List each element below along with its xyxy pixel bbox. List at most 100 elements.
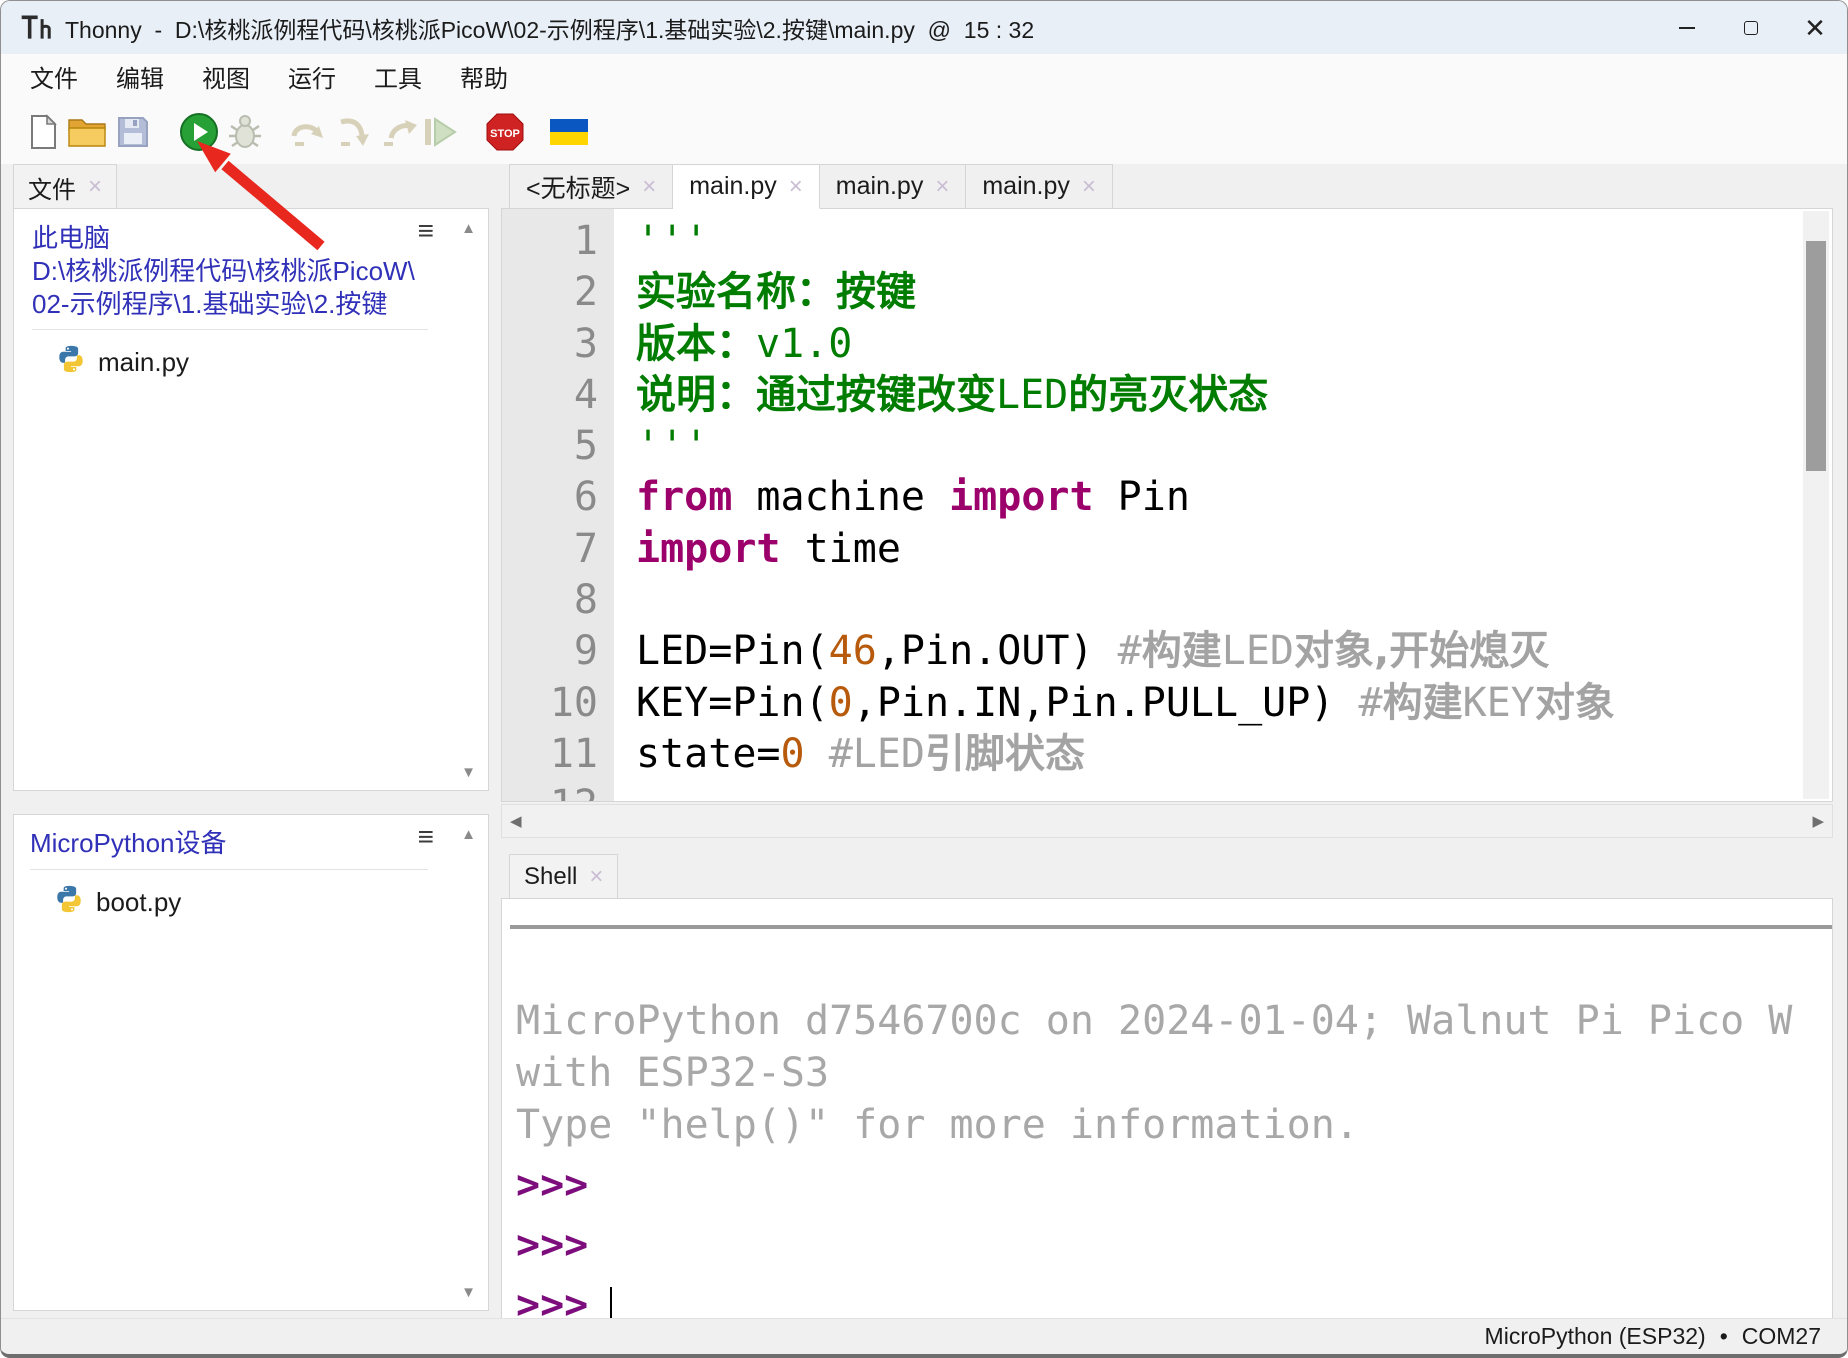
code-line: 5''' — [502, 421, 1832, 472]
tab-close-icon[interactable]: × — [642, 175, 656, 199]
file-name: main.py — [98, 347, 189, 378]
open-file-button[interactable] — [67, 112, 107, 152]
line-number: 4 — [502, 370, 614, 421]
code-line: 2实验名称：按键 — [502, 267, 1832, 318]
code-line: 12 — [502, 780, 1832, 802]
scroll-left-icon[interactable]: ◀ — [510, 814, 522, 829]
device-file-item[interactable]: boot.py — [30, 878, 428, 927]
code-editor[interactable]: 1'''2实验名称：按键3版本：v1.04说明：通过按键改变LED的亮灭状态5'… — [501, 208, 1833, 802]
step-out-button[interactable] — [379, 112, 419, 152]
shell-tab[interactable]: Shell × — [509, 854, 618, 899]
menu-item-运行[interactable]: 运行 — [269, 53, 355, 100]
debug-bug-icon — [225, 112, 265, 152]
menu-item-文件[interactable]: 文件 — [11, 53, 97, 100]
port-status[interactable]: COM27 — [1742, 1323, 1821, 1350]
title-bar: Thonny - D:\核桃派例程代码\核桃派PicoW\02-示例程序\1.基… — [1, 1, 1847, 54]
files-panel: ≡ ▲ ▼ 此电脑 D:\核桃派例程代码\核桃派PicoW\ 02-示例程序\1… — [13, 208, 489, 791]
editor-tab-bar: <无标题>×main.py×main.py×main.py× — [501, 164, 1113, 209]
resume-icon — [422, 114, 460, 150]
step-into-icon — [333, 114, 373, 150]
code-line: 6from machine import Pin — [502, 472, 1832, 523]
stop-button[interactable]: STOP — [485, 112, 525, 152]
code-text: LED=Pin(46,Pin.OUT) #构建LED对象,开始熄灭 — [614, 626, 1549, 677]
resume-button[interactable] — [421, 112, 461, 152]
new-file-button[interactable] — [23, 112, 63, 152]
close-icon: ✕ — [1804, 15, 1826, 41]
device-scroll-down-icon[interactable]: ▼ — [461, 1285, 476, 1300]
code-text: from machine import Pin — [614, 472, 1190, 523]
code-line: 11state=0 #LED引脚状态 — [502, 729, 1832, 780]
files-panel-menu-icon[interactable]: ≡ — [418, 217, 434, 245]
code-text: KEY=Pin(0,Pin.IN,Pin.PULL_UP) #构建KEY对象 — [614, 678, 1615, 729]
this-computer-label[interactable]: 此电脑 — [32, 221, 428, 255]
menu-item-工具[interactable]: 工具 — [355, 53, 441, 100]
status-separator: • — [1720, 1323, 1728, 1350]
files-tab-close-icon[interactable]: × — [88, 175, 102, 199]
files-scroll-up-icon[interactable]: ▲ — [461, 221, 476, 236]
editor-tab-1[interactable]: main.py× — [673, 164, 820, 209]
scrollbar-thumb[interactable] — [1806, 241, 1826, 471]
code-text: ''' — [614, 216, 708, 267]
open-folder-icon — [67, 115, 107, 149]
stop-icon: STOP — [485, 112, 525, 152]
code-line: 10KEY=Pin(0,Pin.IN,Pin.PULL_UP) #构建KEY对象 — [502, 678, 1832, 729]
scroll-right-icon[interactable]: ▶ — [1812, 814, 1824, 829]
debug-button[interactable] — [225, 112, 265, 152]
line-number: 5 — [502, 421, 614, 472]
editor-tab-3[interactable]: main.py × — [966, 164, 1113, 209]
menu-bar: 文件编辑视图运行工具帮助 — [1, 54, 1847, 99]
window-controls: ✕ — [1655, 1, 1847, 54]
minimize-button[interactable] — [1655, 1, 1719, 54]
step-into-button[interactable] — [333, 112, 373, 152]
line-number: 9 — [502, 626, 614, 677]
step-over-button[interactable] — [287, 112, 327, 152]
line-number: 2 — [502, 267, 614, 318]
save-icon — [116, 115, 150, 149]
line-number: 10 — [502, 678, 614, 729]
shell-output-line: Type "help()" for more information. — [516, 1099, 1832, 1151]
files-panel-tab[interactable]: 文件 × — [13, 164, 117, 209]
tab-close-icon[interactable]: × — [1082, 175, 1096, 199]
files-scroll-down-icon[interactable]: ▼ — [461, 765, 476, 780]
ukraine-flag-icon — [550, 119, 588, 145]
support-ukraine-button[interactable] — [549, 112, 589, 152]
python-file-icon — [54, 884, 84, 921]
shell-panel[interactable]: MicroPython d7546700c on 2024-01-04; Wal… — [501, 898, 1833, 1319]
toolbar: STOP — [1, 99, 1847, 164]
current-path-line2: 02-示例程序\1.基础实验\2.按键 — [32, 288, 428, 321]
local-file-item[interactable]: main.py — [32, 338, 428, 387]
code-text: 说明：通过按键改变LED的亮灭状态 — [614, 370, 1268, 421]
shell-prompt: >>> — [516, 1220, 1832, 1271]
menu-item-帮助[interactable]: 帮助 — [441, 53, 527, 100]
tab-close-icon[interactable]: × — [935, 175, 949, 199]
line-number: 11 — [502, 729, 614, 780]
interpreter-status[interactable]: MicroPython (ESP32) — [1485, 1323, 1706, 1350]
editor-vertical-scrollbar[interactable] — [1803, 211, 1829, 799]
editor-tab-2[interactable]: main.py× — [820, 164, 967, 209]
shell-tab-close-icon[interactable]: × — [589, 865, 603, 889]
editor-tab-label: main.py — [982, 172, 1070, 201]
line-number: 8 — [502, 575, 614, 626]
run-button[interactable] — [179, 112, 219, 152]
current-path-line1: D:\核桃派例程代码\核桃派PicoW\ — [32, 255, 428, 288]
code-line: 4说明：通过按键改变LED的亮灭状态 — [502, 370, 1832, 421]
menu-item-视图[interactable]: 视图 — [183, 53, 269, 100]
save-button[interactable] — [113, 112, 153, 152]
editor-horizontal-scrollbar[interactable]: ◀ ▶ — [501, 804, 1833, 838]
editor-tab-label: <无标题> — [526, 169, 630, 205]
shell-tab-label: Shell — [524, 863, 577, 891]
tab-close-icon[interactable]: × — [789, 175, 803, 199]
minimize-icon — [1679, 27, 1695, 29]
shell-output-line: MicroPython d7546700c on 2024-01-04; Wal… — [516, 995, 1832, 1047]
menu-item-编辑[interactable]: 编辑 — [97, 53, 183, 100]
shell-prompt: >>> — [516, 1280, 1832, 1319]
device-scroll-up-icon[interactable]: ▲ — [461, 827, 476, 842]
maximize-button[interactable] — [1719, 1, 1783, 54]
code-text: 版本：v1.0 — [614, 319, 852, 370]
step-over-icon — [287, 114, 327, 150]
divider — [30, 869, 428, 870]
editor-tab-0[interactable]: <无标题> × — [509, 164, 673, 209]
close-button[interactable]: ✕ — [1783, 1, 1847, 54]
device-panel-title: MicroPython设备 — [30, 825, 428, 861]
device-panel-menu-icon[interactable]: ≡ — [418, 823, 434, 851]
